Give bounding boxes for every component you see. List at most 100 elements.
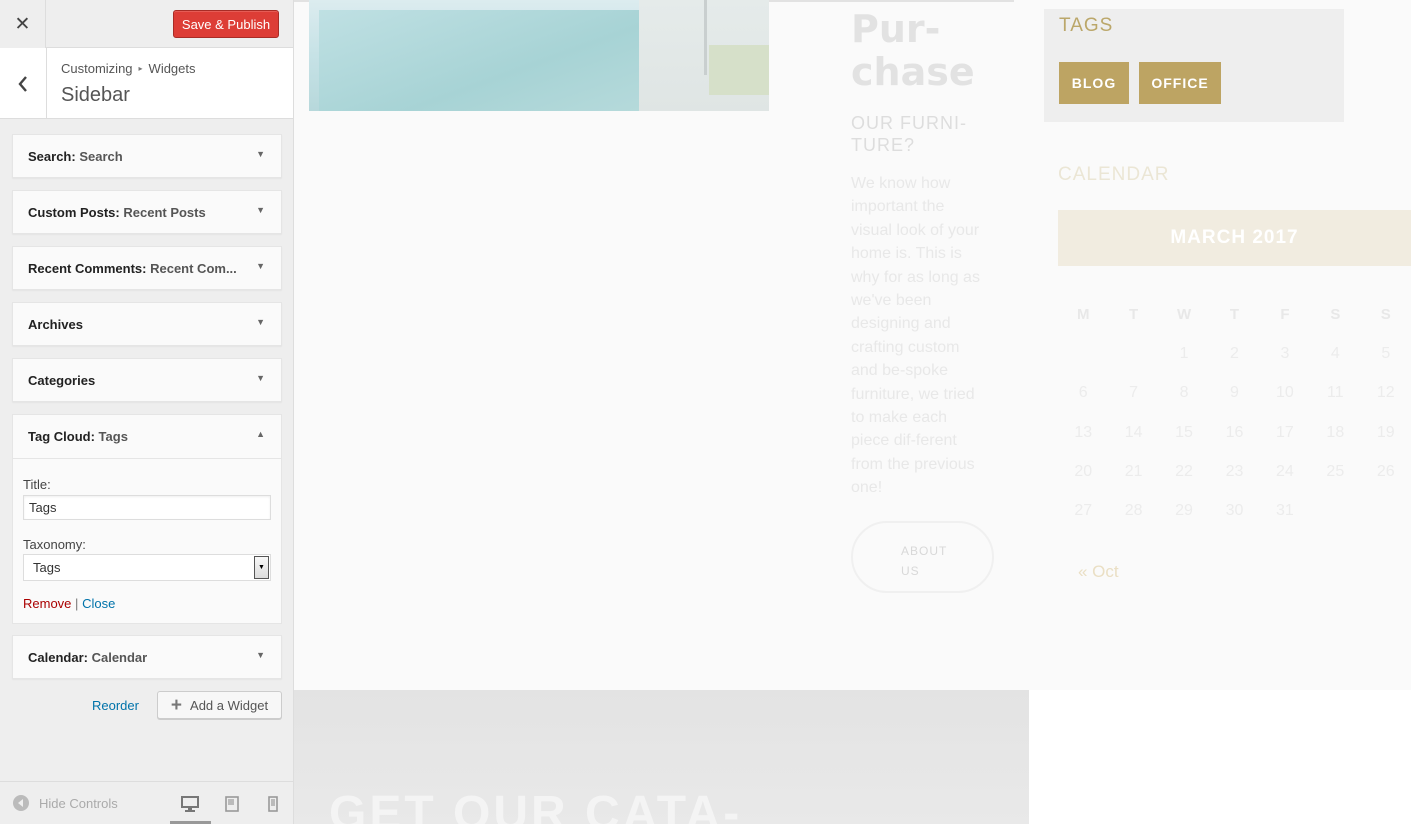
calendar-day: 21: [1124, 462, 1143, 480]
widget-custom-posts[interactable]: Custom Posts: Recent Posts ▼: [12, 190, 282, 234]
calendar-day: 22: [1175, 462, 1193, 480]
hide-controls-button[interactable]: Hide Controls: [13, 795, 118, 811]
widget-recent-comments[interactable]: Recent Comments: Recent Com... ▼: [12, 246, 282, 290]
promo-subheading-line: OUR FURNI-: [851, 113, 967, 133]
section-header: Customizing ▸ Widgets Sidebar: [0, 48, 293, 119]
calendar-day: 28: [1124, 502, 1143, 520]
widget-calendar[interactable]: Calendar: Calendar ▼: [12, 635, 282, 679]
reorder-link[interactable]: Reorder: [92, 698, 139, 713]
taxonomy-select[interactable]: Tags ▼: [23, 554, 271, 581]
weekday: S: [1380, 306, 1391, 324]
widget-categories[interactable]: Categories ▼: [12, 358, 282, 402]
calendar-week: 6 7 8 9 10 11 12: [1058, 374, 1411, 413]
widget-type: Archives: [28, 317, 83, 332]
expand-arrow-icon[interactable]: ▼: [256, 261, 265, 271]
tags-widget: TAGS BLOG OFFICE: [1044, 9, 1344, 122]
widget-actions: Remove | Close: [23, 596, 115, 611]
mobile-preview-icon[interactable]: [263, 794, 283, 814]
preview-empty-area: [1029, 690, 1411, 824]
expand-arrow-icon[interactable]: ▼: [256, 205, 265, 215]
weekday: M: [1076, 306, 1090, 324]
close-link[interactable]: Close: [82, 596, 115, 611]
promo-heading-line: chase: [851, 50, 975, 94]
widget-type: Custom Posts: [28, 205, 116, 220]
calendar-day: 4: [1330, 344, 1340, 362]
site-preview: Pur- chase OUR FURNI- TURE? We know how …: [294, 0, 1411, 824]
calendar-day: 31: [1276, 502, 1294, 520]
save-publish-button[interactable]: Save & Publish: [173, 10, 279, 38]
calendar-day: 24: [1276, 462, 1294, 480]
calendar-day: 23: [1225, 462, 1244, 480]
widget-title: Calendar: [91, 650, 148, 665]
calendar-day: 2: [1230, 344, 1239, 362]
calendar-weekdays: M T W T F S S: [1058, 295, 1411, 334]
weekday: S: [1330, 306, 1341, 324]
calendar-day: 1: [1179, 344, 1189, 362]
promo-subheading: OUR FURNI- TURE?: [851, 112, 981, 156]
about-us-button[interactable]: ABOUT US: [851, 521, 994, 593]
calendar-day: 7: [1129, 384, 1139, 402]
widget-tag-cloud: Tag Cloud: Tags ▲ Title: Taxonomy: Tags …: [12, 414, 282, 624]
calendar-day: 8: [1179, 384, 1189, 402]
calendar-day: 17: [1276, 423, 1294, 441]
weekday: T: [1129, 306, 1139, 324]
promo-text: We know how important the visual look of…: [851, 175, 980, 497]
dropdown-arrow-icon[interactable]: ▼: [254, 556, 269, 579]
desktop-preview-icon[interactable]: [180, 794, 200, 814]
calendar-day: [1108, 334, 1158, 373]
tag-office[interactable]: OFFICE: [1139, 62, 1221, 104]
widget-search[interactable]: Search: Search ▼: [12, 134, 282, 178]
calendar-month: MARCH 2017: [1058, 210, 1411, 266]
title-label: Title:: [23, 477, 51, 492]
title-input[interactable]: [23, 495, 271, 520]
promo-heading: Pur- chase: [851, 8, 1011, 94]
pool-image: [309, 0, 769, 111]
promo-subheading-line: TURE?: [851, 135, 916, 155]
calendar-day: [1361, 491, 1411, 530]
expand-arrow-icon[interactable]: ▼: [256, 317, 265, 327]
calendar-body: 1 2 3 4 5 6 7 8 9 10 11 12 13 14 15 16 17 18 19 20 21 22 23 24 2…: [1058, 334, 1411, 530]
add-widget-label: Add a Widget: [190, 697, 269, 713]
calendar-day: 25: [1326, 462, 1345, 480]
action-separator: |: [75, 596, 79, 611]
tablet-preview-icon[interactable]: [222, 794, 242, 814]
calendar-grid: M T W T F S S 1 2 3 4 5 6 7 8 9 10 11 12 13 14 15 16 17 1…: [1058, 295, 1411, 531]
calendar-day: 6: [1078, 384, 1088, 402]
tags-heading: TAGS: [1059, 15, 1114, 36]
calendar-week: 1 2 3 4 5: [1058, 334, 1411, 373]
widget-tag-cloud-header[interactable]: Tag Cloud: Tags ▲: [13, 415, 281, 459]
lawn: [709, 45, 769, 95]
remove-link[interactable]: Remove: [23, 596, 71, 611]
plus-icon: +: [170, 694, 183, 716]
taxonomy-label: Taxonomy:: [23, 537, 86, 552]
deck-pole: [704, 0, 707, 75]
widget-title: Tags: [98, 429, 128, 444]
breadcrumb: Customizing ▸ Widgets: [61, 61, 196, 76]
calendar-week: 13 14 15 16 17 18 19: [1058, 413, 1411, 452]
widget-type: Search: [28, 149, 72, 164]
widget-archives[interactable]: Archives ▼: [12, 302, 282, 346]
calendar-day: 16: [1225, 423, 1244, 441]
close-icon[interactable]: ✕: [0, 0, 46, 48]
about-us-label: ABOUT: [901, 544, 948, 558]
about-us-label: US: [901, 564, 920, 578]
promo-heading-line: Pur-: [851, 7, 941, 51]
calendar-day: [1058, 334, 1108, 373]
section-title: Sidebar: [61, 84, 130, 106]
expand-arrow-icon[interactable]: ▼: [256, 373, 265, 383]
expand-arrow-icon[interactable]: ▼: [256, 650, 265, 660]
breadcrumb-root: Customizing: [61, 61, 133, 76]
add-widget-button[interactable]: + Add a Widget: [157, 691, 282, 719]
widget-type: Categories: [28, 373, 96, 388]
breadcrumb-current: Widgets: [148, 61, 196, 76]
expand-arrow-icon[interactable]: ▼: [256, 149, 265, 159]
customizer-footer: Hide Controls: [0, 781, 293, 824]
calendar-day: 20: [1074, 462, 1093, 480]
collapse-arrow-icon[interactable]: ▲: [256, 429, 265, 439]
back-button[interactable]: [0, 48, 47, 119]
catalog-title: GET OUR CATA-: [329, 787, 743, 824]
calendar-heading: CALENDAR: [1058, 164, 1170, 185]
calendar-prev-link[interactable]: « Oct: [1078, 562, 1119, 582]
widget-title: Search: [79, 149, 123, 164]
tag-blog[interactable]: BLOG: [1059, 62, 1129, 104]
